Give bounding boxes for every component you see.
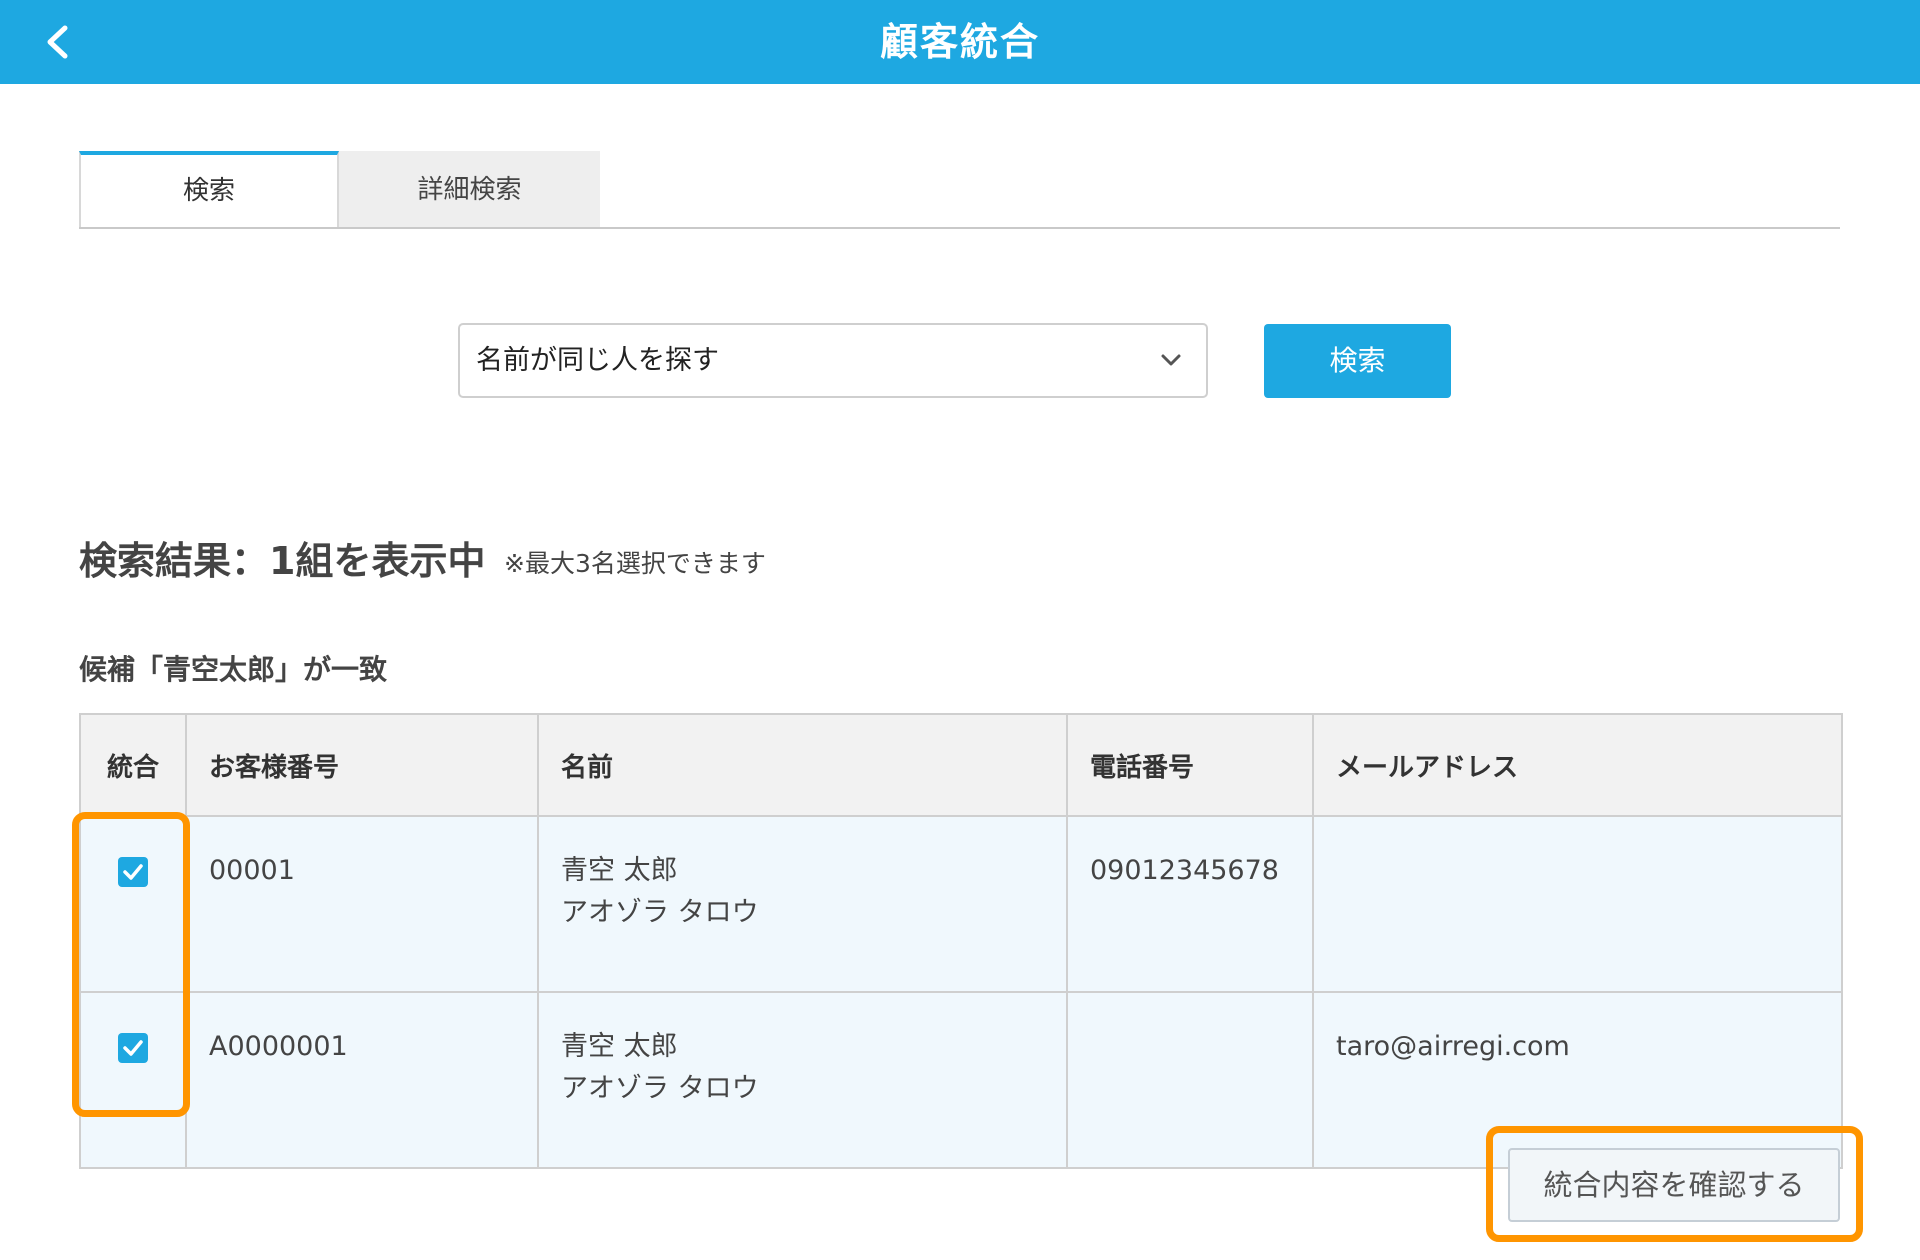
customer-kana: アオゾラ タロウ bbox=[561, 897, 759, 928]
customer-no-cell: A0000001 bbox=[185, 991, 539, 1169]
table-row: A0000001 青空 太郎 アオゾラ タロウ taro@airregi.com bbox=[79, 991, 1843, 1169]
merge-cell bbox=[79, 991, 187, 1169]
email-cell bbox=[1312, 815, 1843, 993]
candidate-label: 候補「青空太郎」が一致 bbox=[79, 653, 388, 686]
search-button[interactable]: 検索 bbox=[1264, 324, 1451, 398]
chevron-down-icon bbox=[1161, 354, 1181, 366]
customer-name: 青空 太郎 bbox=[561, 855, 678, 886]
phone-cell: 09012345678 bbox=[1066, 815, 1314, 993]
confirm-merge-button[interactable]: 統合内容を確認する bbox=[1508, 1148, 1840, 1222]
table-row: 00001 青空 太郎 アオゾラ タロウ 09012345678 bbox=[79, 815, 1843, 993]
phone-cell bbox=[1066, 991, 1314, 1169]
merge-checkbox[interactable] bbox=[118, 1033, 148, 1063]
column-header-customer-no: お客様番号 bbox=[185, 713, 539, 817]
results-table: 統合 お客様番号 名前 電話番号 メールアドレス 00001 青空 太郎 アオゾ… bbox=[79, 713, 1843, 1169]
checkmark-icon bbox=[123, 1040, 143, 1056]
search-type-value: 名前が同じ人を探す bbox=[476, 345, 719, 376]
merge-cell bbox=[79, 815, 187, 993]
checkmark-icon bbox=[123, 864, 143, 880]
name-cell: 青空 太郎 アオゾラ タロウ bbox=[537, 991, 1068, 1169]
email-cell: taro@airregi.com bbox=[1312, 991, 1843, 1169]
customer-kana: アオゾラ タロウ bbox=[561, 1073, 759, 1104]
app-header: 顧客統合 bbox=[0, 0, 1920, 84]
page-title: 顧客統合 bbox=[879, 20, 1040, 64]
name-cell: 青空 太郎 アオゾラ タロウ bbox=[537, 815, 1068, 993]
results-note: ※最大3名選択できます bbox=[504, 549, 766, 578]
column-header-phone: 電話番号 bbox=[1066, 713, 1314, 817]
tab-search[interactable]: 検索 bbox=[79, 151, 339, 229]
customer-no-cell: 00001 bbox=[185, 815, 539, 993]
customer-name: 青空 太郎 bbox=[561, 1031, 678, 1062]
merge-checkbox[interactable] bbox=[118, 857, 148, 887]
results-title: 検索結果：1組を表示中 bbox=[79, 539, 486, 583]
column-header-name: 名前 bbox=[537, 713, 1068, 817]
search-type-select[interactable]: 名前が同じ人を探す bbox=[458, 323, 1208, 398]
table-header-row: 統合 お客様番号 名前 電話番号 メールアドレス bbox=[79, 713, 1843, 817]
column-header-email: メールアドレス bbox=[1312, 713, 1843, 817]
column-header-merge: 統合 bbox=[79, 713, 187, 817]
tab-detailed-search[interactable]: 詳細検索 bbox=[339, 151, 600, 229]
tabs-divider bbox=[79, 227, 1840, 229]
